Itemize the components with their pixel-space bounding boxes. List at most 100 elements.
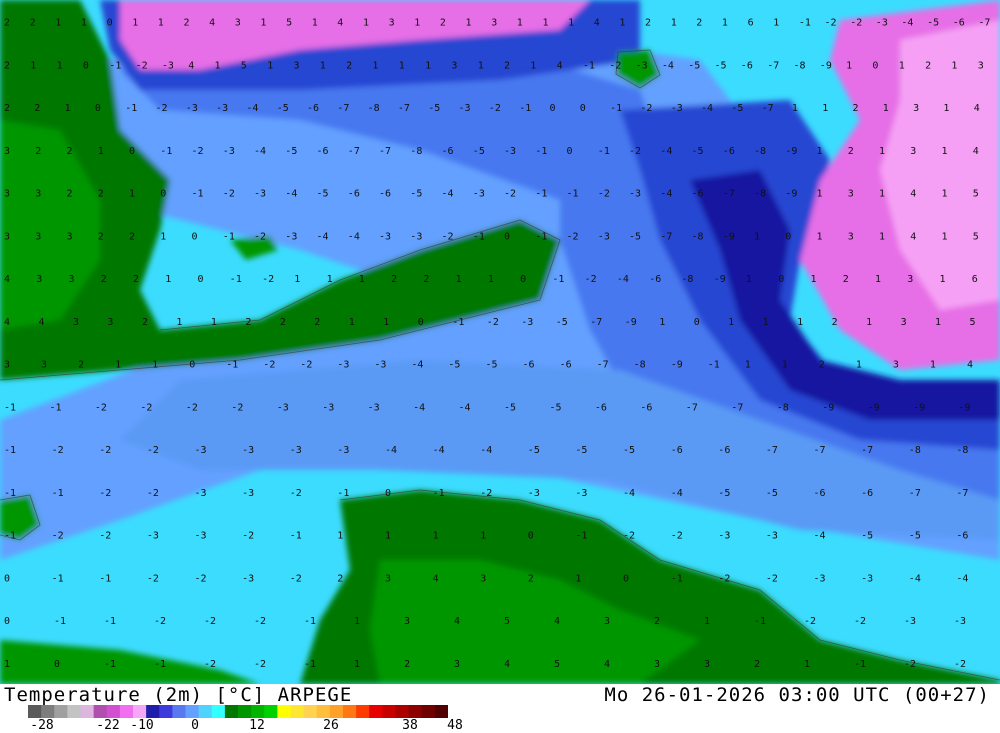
value-label: 5 <box>554 659 560 670</box>
value-label: 2 <box>848 146 854 157</box>
value-label: 0 <box>580 103 586 114</box>
value-label: 3 <box>4 231 10 242</box>
value-label: -2 <box>254 616 266 627</box>
value-label: -5 <box>528 445 540 456</box>
value-label: 1 <box>480 531 486 542</box>
value-label: -3 <box>242 573 254 584</box>
value-label: 1 <box>879 146 885 157</box>
value-label: -2 <box>300 360 312 371</box>
value-label: 3 <box>491 18 497 29</box>
value-label: -6 <box>442 146 454 157</box>
value-label: 4 <box>594 18 600 29</box>
value-label: -7 <box>766 445 778 456</box>
value-label: -1 <box>4 402 16 413</box>
value-label: -1 <box>125 103 137 114</box>
value-label: 2 <box>133 274 139 285</box>
value-label: -6 <box>317 146 329 157</box>
value-label: -5 <box>556 317 568 328</box>
value-label: 3 <box>404 616 410 627</box>
value-label: -6 <box>956 531 968 542</box>
value-label: -5 <box>715 60 727 71</box>
value-label: 4 <box>604 659 610 670</box>
value-label: 1 <box>132 18 138 29</box>
value-label: 4 <box>973 146 979 157</box>
value-label: -2 <box>254 231 266 242</box>
value-label: -3 <box>147 531 159 542</box>
value-label: 2 <box>30 18 36 29</box>
value-label: -7 <box>956 488 968 499</box>
map-title: Temperature (2m) [°C] ARPEGE <box>4 684 353 706</box>
value-label: -1 <box>192 189 204 200</box>
value-label: 1 <box>312 18 318 29</box>
value-label: 0 <box>778 274 784 285</box>
value-label: 2 <box>98 231 104 242</box>
value-label: -2 <box>156 103 168 114</box>
value-label: 2 <box>4 103 10 114</box>
value-label: 1 <box>152 360 158 371</box>
value-label: 1 <box>846 60 852 71</box>
value-label: -2 <box>487 317 499 328</box>
value-label: 1 <box>942 231 948 242</box>
value-label: 1 <box>619 18 625 29</box>
value-label: -2 <box>204 616 216 627</box>
colorbar-swatch <box>224 705 239 718</box>
value-label: 0 <box>520 274 526 285</box>
value-label: 1 <box>478 60 484 71</box>
value-label: 2 <box>754 659 760 670</box>
colorbar-tick-label: 38 <box>402 718 418 733</box>
value-label: -2 <box>804 616 816 627</box>
colorbar-tick-label: 12 <box>249 718 265 733</box>
value-label: -3 <box>904 616 916 627</box>
value-label: 5 <box>973 189 979 200</box>
value-label: 2 <box>129 231 135 242</box>
value-label: -2 <box>567 231 579 242</box>
colorbar-tick-label: -28 <box>30 718 54 733</box>
colorbar-swatch <box>67 705 82 718</box>
value-label: 4 <box>4 317 10 328</box>
value-label: -2 <box>95 402 107 413</box>
value-label: -4 <box>348 231 360 242</box>
value-label: -6 <box>560 360 572 371</box>
value-label: -1 <box>671 573 683 584</box>
value-label: 1 <box>879 231 885 242</box>
value-label: 2 <box>504 60 510 71</box>
value-label: -1 <box>230 274 242 285</box>
value-label: 2 <box>819 360 825 371</box>
value-label: 2 <box>404 659 410 670</box>
colorbar-swatch <box>290 705 305 718</box>
value-label: -1 <box>99 573 111 584</box>
value-label: -8 <box>754 189 766 200</box>
value-label: -3 <box>186 103 198 114</box>
value-label: -2 <box>231 402 243 413</box>
value-label: 2 <box>4 18 10 29</box>
value-label: -3 <box>954 616 966 627</box>
value-label: -1 <box>598 146 610 157</box>
value-label: 3 <box>480 573 486 584</box>
value-label: -1 <box>4 445 16 456</box>
value-label: -9 <box>671 360 683 371</box>
value-label: -1 <box>567 189 579 200</box>
value-label: 2 <box>528 573 534 584</box>
value-label: -2 <box>850 18 862 29</box>
value-label: -2 <box>186 402 198 413</box>
value-label: 1 <box>354 616 360 627</box>
value-label: 1 <box>260 18 266 29</box>
value-label: 4 <box>454 616 460 627</box>
value-label: 1 <box>659 317 665 328</box>
value-label: -7 <box>909 488 921 499</box>
value-label: 3 <box>35 189 41 200</box>
value-label: -2 <box>825 18 837 29</box>
value-label: -1 <box>154 659 166 670</box>
value-label: -4 <box>285 189 297 200</box>
value-label: 1 <box>940 274 946 285</box>
value-label: 0 <box>160 189 166 200</box>
value-label: 3 <box>451 60 457 71</box>
colorbar-swatch <box>329 705 344 718</box>
value-label: 3 <box>389 18 395 29</box>
value-label: -3 <box>814 573 826 584</box>
value-label: 1 <box>728 317 734 328</box>
value-label: 0 <box>872 60 878 71</box>
legend-footer: Temperature (2m) [°C] ARPEGE Mo 26-01-20… <box>0 684 1000 733</box>
value-label: -9 <box>723 231 735 242</box>
value-label: 1 <box>129 189 135 200</box>
